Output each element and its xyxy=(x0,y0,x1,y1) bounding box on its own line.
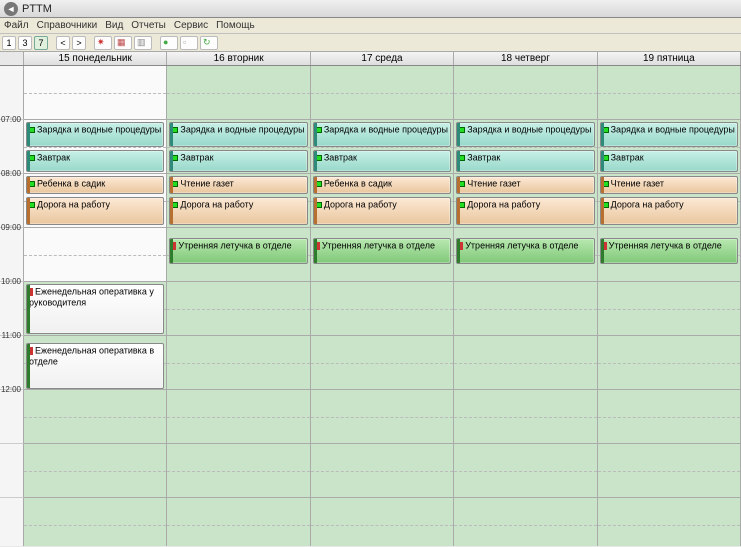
event-zavtrak[interactable]: Завтрак xyxy=(26,150,164,172)
prev-button[interactable]: < xyxy=(56,36,70,50)
event-gazet[interactable]: Чтение газет xyxy=(456,176,594,194)
calendar-grid[interactable]: 07:00 08:00 09:00 10:00 11:00 12:00 Заря… xyxy=(0,66,741,546)
day-column-mon[interactable]: Зарядка и водные процедуры Завтрак Ребен… xyxy=(24,66,167,546)
grid-button[interactable]: ▥ xyxy=(134,36,152,50)
day-column-wed[interactable]: Зарядка и водные процедуры Завтрак Ребен… xyxy=(311,66,454,546)
hour-label: 11:00 xyxy=(2,331,21,340)
day-header-row: 15 понедельник 16 вторник 17 среда 18 че… xyxy=(0,52,741,66)
hour-label: 09:00 xyxy=(1,223,21,232)
refresh-icon: ↻ xyxy=(203,37,215,49)
titlebar: ◄ PTTM xyxy=(0,0,741,18)
view-3day-button[interactable]: 3 xyxy=(18,36,32,50)
event-doroga[interactable]: Дорога на работу xyxy=(26,197,164,225)
green-dot-icon: ● xyxy=(163,37,175,49)
event-rebenka[interactable]: Ребенка в садик xyxy=(26,176,164,194)
event-zarjadka[interactable]: Зарядка и водные процедуры xyxy=(313,122,451,147)
hour-label: 07:00 xyxy=(1,115,21,124)
hour-label: 10:00 xyxy=(1,277,21,286)
menu-bar: Файл Справочники Вид Отчеты Сервис Помощ… xyxy=(0,18,741,34)
event-zavtrak[interactable]: Завтрак xyxy=(456,150,594,172)
event-zarjadka[interactable]: Зарядка и водные процедуры xyxy=(456,122,594,147)
hour-label: 12:00 xyxy=(1,385,21,394)
calendar-icon: ▦ xyxy=(117,37,129,49)
event-letuchka[interactable]: Утренняя летучка в отделе xyxy=(169,238,307,264)
menu-help[interactable]: Помощь xyxy=(216,20,255,31)
event-zarjadka[interactable]: Зарядка и водные процедуры xyxy=(26,122,164,147)
back-icon[interactable]: ◄ xyxy=(4,2,18,16)
event-doroga[interactable]: Дорога на работу xyxy=(456,197,594,225)
menu-service[interactable]: Сервис xyxy=(174,20,208,31)
tool-b-button[interactable]: ▫ xyxy=(180,36,198,50)
next-button[interactable]: > xyxy=(72,36,86,50)
window-title: PTTM xyxy=(22,3,52,15)
toolbar: 1 3 7 < > ✷ ▦ ▥ ● ▫ ↻ xyxy=(0,34,741,52)
event-doroga[interactable]: Дорога на работу xyxy=(313,197,451,225)
event-letuchka[interactable]: Утренняя летучка в отделе xyxy=(456,238,594,264)
menu-file[interactable]: Файл xyxy=(4,20,29,31)
event-zarjadka[interactable]: Зарядка и водные процедуры xyxy=(600,122,738,147)
day-header-fri[interactable]: 19 пятница xyxy=(598,52,741,65)
event-zavtrak[interactable]: Завтрак xyxy=(600,150,738,172)
event-gazet[interactable]: Чтение газет xyxy=(600,176,738,194)
refresh-button[interactable]: ↻ xyxy=(200,36,218,50)
event-oper-otd[interactable]: Еженедельная оперативка в отделе xyxy=(26,343,164,389)
event-zavtrak[interactable]: Завтрак xyxy=(313,150,451,172)
day-header-wed[interactable]: 17 среда xyxy=(311,52,454,65)
menu-view[interactable]: Вид xyxy=(105,20,123,31)
small-grid-icon: ▫ xyxy=(183,37,195,49)
day-column-thu[interactable]: Зарядка и водные процедуры Завтрак Чтени… xyxy=(454,66,597,546)
event-oper-ruk[interactable]: Еженедельная оперативка у руководителя xyxy=(26,284,164,334)
time-gutter: 07:00 08:00 09:00 10:00 11:00 12:00 xyxy=(0,66,24,546)
grid-icon: ▥ xyxy=(137,37,149,49)
event-doroga[interactable]: Дорога на работу xyxy=(600,197,738,225)
view-1day-button[interactable]: 1 xyxy=(2,36,16,50)
menu-reports[interactable]: Отчеты xyxy=(131,20,166,31)
star-icon: ✷ xyxy=(97,37,109,49)
event-rebenka[interactable]: Ребенка в садик xyxy=(313,176,451,194)
event-gazet[interactable]: Чтение газет xyxy=(169,176,307,194)
event-zavtrak[interactable]: Завтрак xyxy=(169,150,307,172)
tool-a-button[interactable]: ● xyxy=(160,36,178,50)
event-letuchka[interactable]: Утренняя летучка в отделе xyxy=(313,238,451,264)
new-event-button[interactable]: ✷ xyxy=(94,36,112,50)
day-header-tue[interactable]: 16 вторник xyxy=(167,52,310,65)
hour-label: 08:00 xyxy=(1,169,21,178)
event-letuchka[interactable]: Утренняя летучка в отделе xyxy=(600,238,738,264)
calendar-button[interactable]: ▦ xyxy=(114,36,132,50)
event-zarjadka[interactable]: Зарядка и водные процедуры xyxy=(169,122,307,147)
view-7day-button[interactable]: 7 xyxy=(34,36,48,50)
event-doroga[interactable]: Дорога на работу xyxy=(169,197,307,225)
day-column-tue[interactable]: Зарядка и водные процедуры Завтрак Чтени… xyxy=(167,66,310,546)
day-column-fri[interactable]: Зарядка и водные процедуры Завтрак Чтени… xyxy=(598,66,741,546)
menu-dictionaries[interactable]: Справочники xyxy=(37,20,98,31)
time-gutter-header xyxy=(0,52,24,65)
day-header-mon[interactable]: 15 понедельник xyxy=(24,52,167,65)
day-header-thu[interactable]: 18 четверг xyxy=(454,52,597,65)
